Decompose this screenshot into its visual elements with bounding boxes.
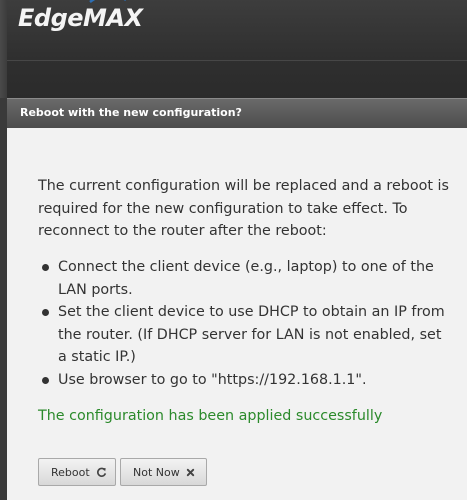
dialog-titlebar[interactable]: Reboot with the new configuration? — [7, 98, 467, 128]
step-line: Use browser to go to "https://192.168.1.… — [58, 371, 367, 388]
list-item: Use browser to go to "https://192.168.1.… — [38, 369, 467, 392]
intro-line: reconnect to the router after the reboot… — [38, 223, 327, 239]
list-item: Connect the client device (e.g., laptop)… — [38, 256, 467, 301]
not-now-button-label: Not Now — [133, 465, 180, 479]
reboot-dialog: Reboot with the new configuration? The c… — [7, 98, 467, 500]
logo-swoosh-icon — [89, 0, 126, 4]
intro-line: required for the new configuration to ta… — [38, 200, 408, 217]
reboot-button[interactable]: Reboot — [38, 458, 116, 486]
header-divider — [7, 60, 467, 61]
step-line: the router. (If DHCP server for LAN is n… — [58, 326, 442, 343]
step-line: Set the client device to use DHCP to obt… — [58, 304, 445, 320]
bullet-icon — [42, 376, 49, 384]
header-left-edge — [0, 0, 7, 98]
success-message: The configuration has been applied succe… — [38, 408, 383, 424]
brand-logo: EdgeMAX® — [18, 0, 151, 38]
step-line: LAN ports. — [58, 281, 133, 298]
dialog-body: The current configuration will be replac… — [38, 175, 467, 424]
dialog-title: Reboot with the new configuration? — [20, 106, 242, 119]
bullet-icon — [42, 309, 49, 316]
app-header: EdgeMAX® — [0, 0, 467, 98]
refresh-icon — [96, 467, 107, 478]
step-line: a static IP.) — [58, 349, 136, 365]
intro-line: The current configuration will be replac… — [38, 178, 449, 194]
brand-name: EdgeMAX — [18, 4, 143, 32]
list-item: Set the client device to use DHCP to obt… — [38, 301, 467, 369]
step-line: Connect the client device (e.g., laptop)… — [58, 259, 434, 275]
reboot-button-label: Reboot — [51, 465, 90, 479]
close-icon — [186, 468, 195, 477]
not-now-button[interactable]: Not Now — [120, 458, 207, 486]
reconnect-steps-list: Connect the client device (e.g., laptop)… — [38, 256, 467, 391]
dialog-intro: The current configuration will be replac… — [38, 175, 467, 243]
bullet-icon — [42, 264, 49, 271]
